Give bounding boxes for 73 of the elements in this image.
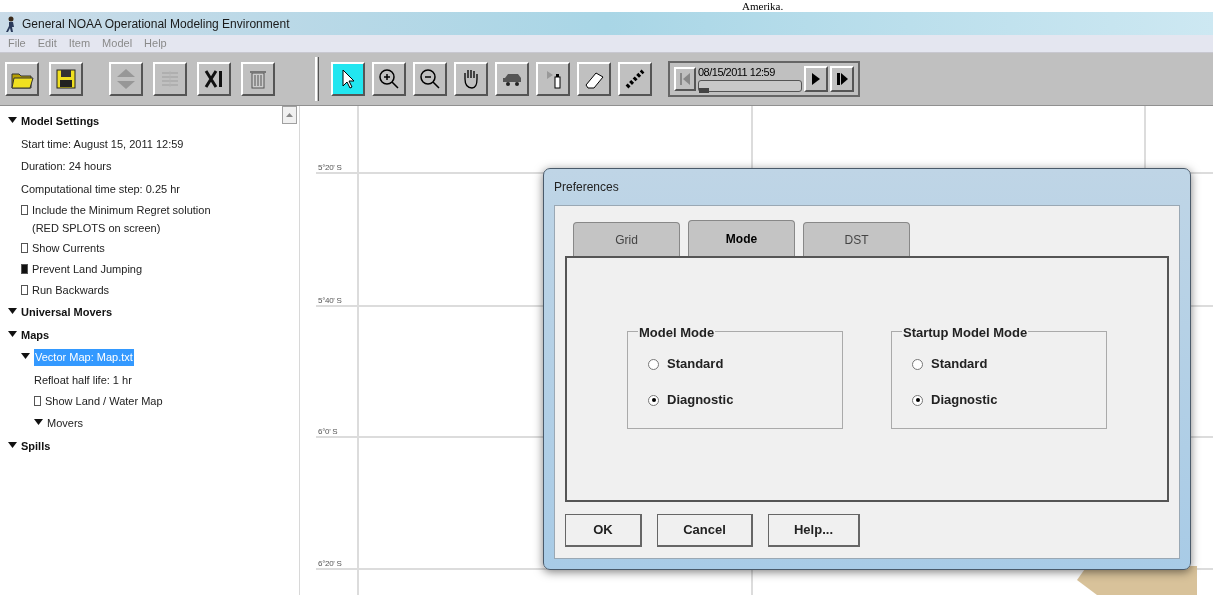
checkbox[interactable] bbox=[34, 396, 41, 406]
play-icon bbox=[812, 73, 820, 85]
dialog-title: Preferences bbox=[554, 179, 619, 196]
rewind-button[interactable] bbox=[674, 67, 696, 91]
radio-label: Standard bbox=[667, 355, 724, 374]
expanded-triangle-icon[interactable] bbox=[8, 330, 17, 337]
step-forward-button[interactable] bbox=[830, 66, 854, 92]
dialog-button[interactable]: Help... bbox=[768, 514, 860, 547]
checkbox-label: Prevent Land Jumping bbox=[32, 262, 143, 277]
expanded-triangle-icon[interactable] bbox=[8, 308, 17, 314]
checkbox[interactable] bbox=[21, 264, 28, 274]
play-button[interactable] bbox=[804, 66, 828, 92]
radio-button[interactable] bbox=[912, 394, 923, 406]
latitude-label: 5°20' S bbox=[318, 162, 342, 174]
tree-text: Start time: August 15, 2011 12:59 bbox=[21, 136, 184, 152]
latitude-label: 6°0' S bbox=[318, 426, 338, 438]
hand-tool-button[interactable] bbox=[454, 62, 488, 96]
radio-label: Diagnostic bbox=[667, 391, 734, 410]
save-tool-button[interactable] bbox=[49, 62, 83, 96]
checkbox[interactable] bbox=[21, 285, 28, 295]
radio-label: Standard bbox=[931, 355, 988, 374]
checkbox[interactable] bbox=[21, 243, 28, 253]
radio-label: Diagnostic bbox=[931, 391, 998, 410]
expanded-triangle-icon[interactable] bbox=[8, 117, 17, 123]
page-text: Amerika. bbox=[742, 0, 784, 12]
zoom-in-tool-button[interactable] bbox=[372, 62, 406, 96]
tree-text: Duration: 24 hours bbox=[21, 159, 112, 174]
latitude-label: 5°40' S bbox=[318, 295, 342, 307]
eraser-tool-button[interactable] bbox=[577, 62, 611, 96]
expanded-triangle-icon[interactable] bbox=[21, 353, 30, 359]
tree-item[interactable]: Model Settings bbox=[21, 113, 100, 130]
tree-text: Computational time step: 0.25 hr bbox=[21, 181, 180, 197]
dialog-button[interactable]: OK bbox=[565, 514, 642, 547]
zoom-out-icon bbox=[418, 67, 442, 91]
tab[interactable]: DST bbox=[803, 222, 910, 256]
zoom-in-icon bbox=[377, 67, 401, 91]
scroll-up-button[interactable] bbox=[282, 106, 297, 124]
time-slider[interactable] bbox=[698, 80, 802, 92]
tab[interactable]: Mode bbox=[688, 220, 795, 256]
ruler-tool-button[interactable] bbox=[618, 62, 652, 96]
tree-item[interactable]: Spills bbox=[21, 437, 51, 454]
tree-item[interactable]: Movers bbox=[47, 415, 84, 432]
radio-button[interactable] bbox=[648, 394, 659, 406]
skip-back-icon bbox=[680, 73, 690, 85]
step-forward-icon bbox=[836, 73, 848, 85]
checkbox-label: Show Currents bbox=[32, 241, 105, 256]
expanded-triangle-icon[interactable] bbox=[34, 419, 43, 425]
radio-button[interactable] bbox=[648, 358, 659, 370]
save-icon bbox=[54, 67, 78, 91]
slider-thumb[interactable] bbox=[699, 88, 709, 93]
trash-tool-button[interactable] bbox=[241, 62, 275, 96]
expanded-triangle-icon[interactable] bbox=[8, 441, 17, 448]
caret-up-icon bbox=[286, 113, 293, 117]
tools-tool-button[interactable] bbox=[197, 62, 231, 96]
checkbox-label: Include the Minimum Regret solution (RED SPLOTS on screen) bbox=[32, 203, 212, 236]
ruler-icon bbox=[623, 67, 647, 91]
open-folder-tool-button[interactable] bbox=[5, 62, 39, 96]
checkbox-label: Run Backwards bbox=[32, 283, 110, 298]
bottle-tool-button[interactable] bbox=[536, 62, 570, 96]
zoom-out-tool-button[interactable] bbox=[413, 62, 447, 96]
window-title: General NOAA Operational Modeling Environment bbox=[22, 15, 290, 33]
radio-button[interactable] bbox=[912, 358, 923, 370]
tree-item[interactable]: Universal Movers bbox=[21, 304, 113, 321]
tree-item[interactable]: Maps bbox=[21, 326, 50, 343]
checkbox[interactable] bbox=[21, 205, 28, 215]
date-time-text: 08/15/2011 12:59 bbox=[698, 66, 776, 78]
car-tool-button[interactable] bbox=[495, 62, 529, 96]
checkbox-label: Show Land / Water Map bbox=[45, 394, 163, 409]
tab[interactable]: Grid bbox=[573, 222, 680, 256]
tree-text: Refloat half life: 1 hr bbox=[34, 372, 132, 388]
dialog-button[interactable]: Cancel bbox=[657, 514, 753, 547]
pointer-tool-button[interactable] bbox=[331, 62, 365, 96]
latitude-label: 6°20' S bbox=[318, 558, 342, 570]
